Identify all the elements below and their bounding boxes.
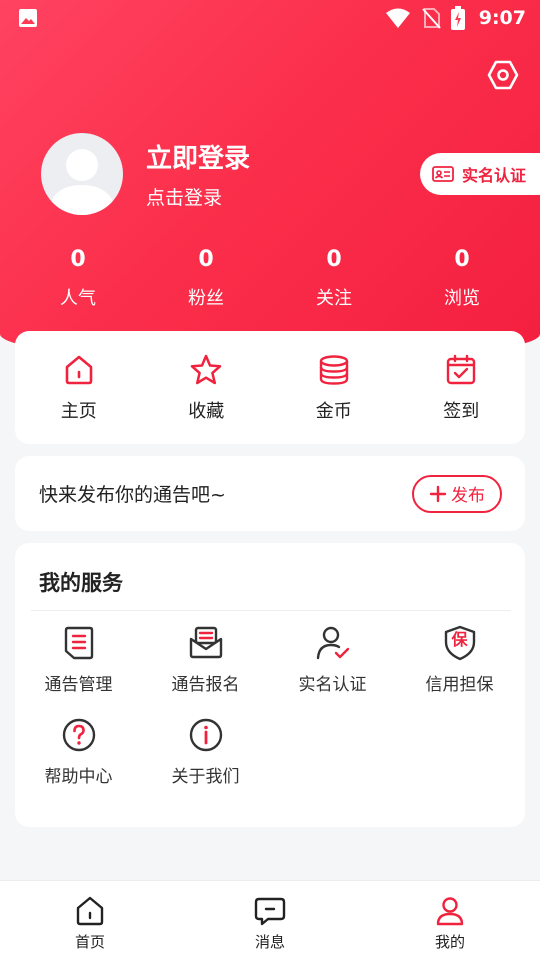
services-grid: 通告管理 通告报名 实名认证 保 信用担保 帮助中心 关于我们 xyxy=(15,625,525,809)
home-icon xyxy=(62,353,96,387)
service-about-us[interactable]: 关于我们 xyxy=(142,717,269,809)
gallery-notification-icon xyxy=(18,8,38,28)
avatar[interactable] xyxy=(41,133,123,215)
quick-actions-card: 主页 收藏 金币 签到 xyxy=(15,331,525,444)
tab-label: 我的 xyxy=(434,933,465,951)
tab-messages[interactable]: 消息 xyxy=(180,881,360,960)
service-real-name[interactable]: 实名认证 xyxy=(269,625,396,717)
quick-home[interactable]: 主页 xyxy=(15,331,143,444)
quick-label: 金币 xyxy=(315,401,352,422)
envelope-icon xyxy=(188,625,224,661)
stat-value: 0 xyxy=(326,247,342,272)
stat-fans[interactable]: 0 粉丝 xyxy=(142,244,270,310)
status-bar: 9:07 xyxy=(0,0,540,36)
quick-label: 主页 xyxy=(60,401,97,422)
message-icon xyxy=(254,895,286,927)
document-list-icon xyxy=(62,625,96,661)
tab-label: 消息 xyxy=(254,933,285,951)
stat-value: 0 xyxy=(454,247,470,272)
quick-label: 收藏 xyxy=(188,401,225,422)
login-subtitle[interactable]: 点击登录 xyxy=(146,183,222,210)
service-label: 关于我们 xyxy=(171,767,240,787)
service-notice-manage[interactable]: 通告管理 xyxy=(15,625,142,717)
tab-home[interactable]: 首页 xyxy=(0,881,180,960)
settings-button[interactable] xyxy=(486,58,520,92)
stat-value: 0 xyxy=(70,247,86,272)
publish-card: 快来发布你的通告吧~ 发布 xyxy=(15,456,525,531)
star-icon xyxy=(189,353,223,387)
stats-row: 0 人气 0 粉丝 0 关注 0 浏览 xyxy=(14,244,526,310)
stat-value: 0 xyxy=(198,247,214,272)
verify-label: 实名认证 xyxy=(462,166,527,185)
stat-following[interactable]: 0 关注 xyxy=(270,244,398,310)
stat-label: 关注 xyxy=(316,288,352,309)
quick-favorites[interactable]: 收藏 xyxy=(143,331,271,444)
service-notice-signup[interactable]: 通告报名 xyxy=(142,625,269,717)
services-title: 我的服务 xyxy=(39,571,123,595)
shield-bao-icon: 保 xyxy=(442,625,478,661)
stat-popularity[interactable]: 0 人气 xyxy=(14,244,142,310)
id-card-icon xyxy=(432,165,454,183)
stat-label: 粉丝 xyxy=(188,288,224,309)
service-label: 帮助中心 xyxy=(44,767,113,787)
tab-label: 首页 xyxy=(74,933,105,951)
settings-hexagon-icon xyxy=(487,59,519,91)
stat-label: 人气 xyxy=(60,288,96,309)
info-circle-icon xyxy=(188,717,224,753)
no-sim-icon xyxy=(421,7,441,29)
user-icon xyxy=(434,895,466,927)
status-time: 9:07 xyxy=(478,7,526,29)
user-check-icon xyxy=(315,625,351,661)
my-services-card: 我的服务 通告管理 通告报名 实名认证 保 信用担保 帮助中心 关于我们 xyxy=(15,543,525,827)
divider xyxy=(31,610,511,611)
tab-mine[interactable]: 我的 xyxy=(360,881,540,960)
quick-coins[interactable]: 金币 xyxy=(270,331,398,444)
service-help-center[interactable]: 帮助中心 xyxy=(15,717,142,809)
help-circle-icon xyxy=(61,717,97,753)
coins-icon xyxy=(317,353,351,387)
stat-label: 浏览 xyxy=(444,288,480,309)
stat-views[interactable]: 0 浏览 xyxy=(398,244,526,310)
service-label: 通告管理 xyxy=(44,675,113,695)
battery-charging-icon xyxy=(450,6,465,30)
quick-checkin[interactable]: 签到 xyxy=(398,331,526,444)
publish-prompt: 快来发布你的通告吧~ xyxy=(39,484,226,506)
service-credit-guarantee[interactable]: 保 信用担保 xyxy=(396,625,523,717)
quick-label: 签到 xyxy=(443,401,480,422)
plus-icon xyxy=(429,485,447,503)
service-label: 实名认证 xyxy=(298,675,367,695)
publish-button[interactable]: 发布 xyxy=(412,474,502,513)
service-label: 通告报名 xyxy=(171,675,240,695)
login-title[interactable]: 立即登录 xyxy=(146,138,250,175)
service-label: 信用担保 xyxy=(425,675,494,695)
publish-button-label: 发布 xyxy=(451,486,485,506)
real-name-verify-button[interactable]: 实名认证 xyxy=(420,153,540,195)
shield-bao-glyph: 保 xyxy=(451,630,468,649)
calendar-check-icon xyxy=(444,353,478,387)
home-icon xyxy=(74,895,106,927)
wifi-icon xyxy=(385,7,411,29)
bottom-tab-bar: 首页 消息 我的 xyxy=(0,880,540,960)
